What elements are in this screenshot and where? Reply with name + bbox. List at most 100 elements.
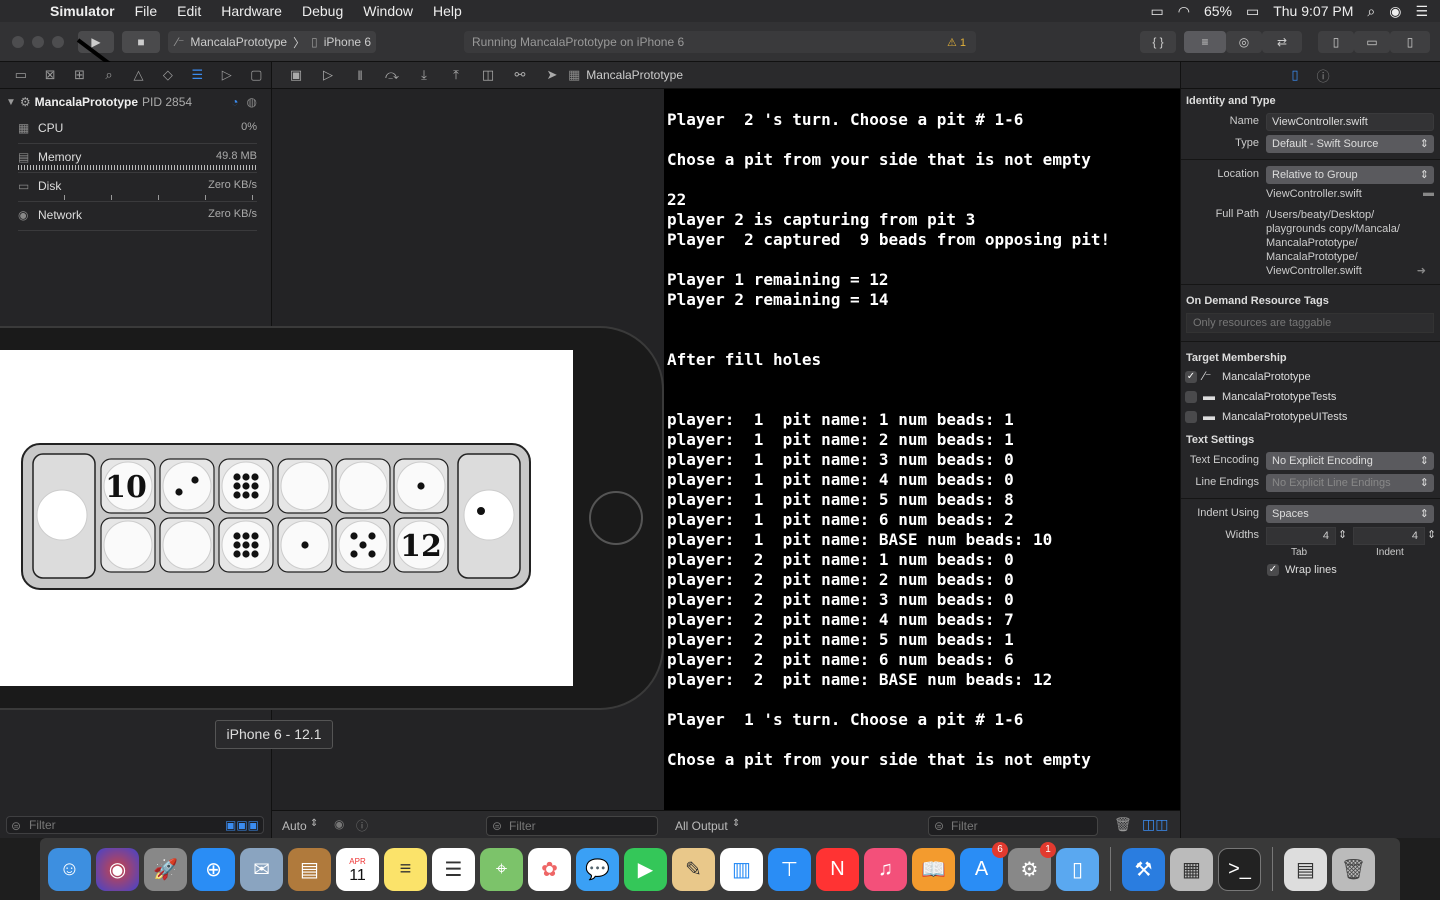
target-checkbox[interactable]: ✓ [1185, 371, 1197, 383]
photos-icon[interactable]: ✿ [528, 847, 571, 891]
file-inspector-icon[interactable]: ▯ [1291, 67, 1298, 83]
issue-icon[interactable]: △ [124, 67, 153, 83]
stop-button[interactable]: ■ [122, 31, 160, 53]
reveal-arrow-icon[interactable]: ➜ [1417, 264, 1426, 277]
pit-well[interactable] [162, 520, 212, 570]
menu-debug[interactable]: Debug [292, 3, 353, 19]
simulator-dock-icon[interactable]: ▯ [1056, 847, 1099, 891]
toggle-navigator-button[interactable]: ▯ [1318, 31, 1354, 53]
target-row[interactable]: ✓ ⁄⁻ MancalaPrototype [1181, 368, 1440, 388]
console-filter-input[interactable]: ⊜ Filter [928, 816, 1098, 836]
safari-icon[interactable]: ⊕ [192, 847, 235, 891]
location-popup[interactable]: Relative to Group [1266, 166, 1434, 184]
tags-field[interactable]: Only resources are taggable [1186, 313, 1434, 333]
mail-icon[interactable]: ✉ [240, 847, 283, 891]
line-endings-popup[interactable]: No Explicit Line Endings [1266, 474, 1434, 492]
variables-filter-input[interactable]: ⊜ Filter [486, 816, 658, 836]
wrap-lines-row[interactable]: ✓ Wrap lines [1263, 561, 1440, 581]
assistant-editor-button[interactable]: ◎ [1226, 31, 1262, 53]
scope-selector[interactable]: Auto [282, 819, 307, 833]
version-editor-button[interactable]: ⇄ [1262, 31, 1302, 53]
gauge-disk[interactable]: ▭ Disk Zero KB/s [18, 173, 257, 202]
folder-icon[interactable]: ▬ [1423, 187, 1434, 199]
split-console-icon[interactable]: ◫◫ [1142, 816, 1168, 833]
report-icon[interactable]: ▢ [242, 67, 271, 83]
text-document-icon[interactable]: ▦ [1170, 847, 1213, 891]
info-icon[interactable]: ⓘ [356, 817, 368, 834]
indent-width-field[interactable]: 4 [1353, 527, 1425, 545]
pit-well[interactable] [280, 461, 330, 511]
breakpoint-icon[interactable]: ▷ [212, 67, 241, 83]
debug-icon[interactable]: ☰ [183, 67, 212, 83]
simulator-screen[interactable]: 10 12 [0, 350, 573, 686]
target-checkbox[interactable] [1185, 391, 1197, 403]
spotlight-icon[interactable]: ⌕ [1367, 3, 1375, 20]
source-control-icon[interactable]: ⊠ [35, 67, 64, 83]
standard-editor-button[interactable]: ≡ [1184, 31, 1226, 53]
notification-center-icon[interactable]: ☰ [1415, 3, 1428, 20]
output-mode-selector[interactable]: All Output [675, 819, 728, 833]
navigator-filter-input[interactable]: ⊜ Filter ▣▣▣ [6, 816, 264, 834]
filter-options-icon[interactable]: ▣▣▣ [225, 817, 259, 833]
gauge-memory[interactable]: ▤ Memory 49.8 MB [18, 144, 257, 173]
app-store-icon[interactable]: A6 [960, 841, 1008, 891]
airplay-icon[interactable]: ▭ [1151, 3, 1164, 20]
step-over-icon[interactable]: ⤼ [376, 67, 408, 83]
indent-stepper-icon[interactable]: ⇕ [1427, 528, 1436, 541]
finder-icon[interactable]: ☺ [48, 847, 91, 891]
numbers-icon[interactable]: ▥ [720, 847, 763, 891]
siri-icon[interactable]: ◉ [1389, 3, 1401, 20]
gauge-cpu[interactable]: ▦ CPU 0% [18, 115, 257, 144]
folder-icon[interactable]: ▭ [6, 67, 35, 83]
toggle-inspector-button[interactable]: ▯ [1390, 31, 1430, 53]
keynote-icon[interactable]: ⊤ [768, 847, 811, 891]
toggle-debug-area-button[interactable]: ▭ [1354, 31, 1390, 53]
battery-icon[interactable]: ▭ [1246, 3, 1259, 20]
process-row[interactable]: ▼ ⚙ MancalaPrototype PID 2854 ◔ ◍ [0, 89, 271, 115]
symbol-icon[interactable]: ⊞ [65, 67, 94, 83]
scheme-device[interactable]: iPhone 6 [324, 35, 371, 49]
home-button[interactable] [589, 491, 643, 545]
warning-count[interactable]: ⚠ 1 [947, 36, 966, 49]
eye-icon[interactable]: ◉ [334, 817, 344, 831]
step-out-icon[interactable]: ⤒ [440, 67, 472, 83]
library-button[interactable]: { } [1140, 31, 1176, 53]
mancala-board[interactable]: 10 12 [0, 350, 573, 686]
trash-icon[interactable]: 🗑 [1114, 816, 1132, 833]
scheme-project[interactable]: MancalaPrototype [190, 35, 287, 49]
menu-hardware[interactable]: Hardware [211, 3, 292, 19]
gauge-network[interactable]: ◉ Network Zero KB/s [18, 202, 257, 231]
calendar-icon[interactable]: APR 11 [336, 847, 379, 891]
notes-icon[interactable]: ≡ [384, 847, 427, 891]
step-into-icon[interactable]: ⤓ [408, 67, 440, 83]
tab-width-field[interactable]: 4 [1266, 527, 1336, 545]
contacts-icon[interactable]: ▤ [288, 847, 331, 891]
menu-app-name[interactable]: Simulator [40, 3, 125, 19]
type-popup[interactable]: Default - Swift Source [1266, 135, 1434, 153]
menu-edit[interactable]: Edit [167, 3, 211, 19]
name-field[interactable]: ViewController.swift [1266, 113, 1434, 131]
wifi-icon[interactable]: ◠ [1178, 3, 1190, 20]
launchpad-icon[interactable]: 🚀 [144, 847, 187, 891]
thread-icon[interactable]: ◍ [247, 95, 257, 109]
messages-icon[interactable]: 💬 [576, 847, 619, 891]
wrap-lines-checkbox[interactable]: ✓ [1267, 564, 1279, 576]
breakpoints-toggle-icon[interactable]: ▷ [312, 67, 344, 83]
target-row[interactable]: ▬ MancalaPrototypeUITests [1181, 408, 1440, 428]
pit-well[interactable] [162, 461, 212, 511]
zoom-window-button[interactable] [52, 36, 64, 48]
siri-icon[interactable]: ◉ [96, 847, 139, 891]
view-debugger-icon[interactable]: ◫ [472, 67, 504, 83]
books-icon[interactable]: 📖 [912, 847, 955, 891]
encoding-popup[interactable]: No Explicit Encoding [1266, 452, 1434, 470]
indent-popup[interactable]: Spaces [1266, 505, 1434, 523]
pause-icon[interactable]: ‖ [344, 68, 376, 83]
battery-percent[interactable]: 65% [1204, 3, 1232, 19]
maps-icon[interactable]: ⌖ [480, 847, 523, 891]
minimize-window-button[interactable] [32, 36, 44, 48]
reminders-icon[interactable]: ☰ [432, 847, 475, 891]
trash-icon[interactable]: 🗑 [1332, 847, 1375, 891]
menu-window[interactable]: Window [353, 3, 423, 19]
terminal-icon[interactable]: >_ [1218, 847, 1261, 891]
system-preferences-icon[interactable]: ⚙ 1 [1008, 841, 1056, 891]
